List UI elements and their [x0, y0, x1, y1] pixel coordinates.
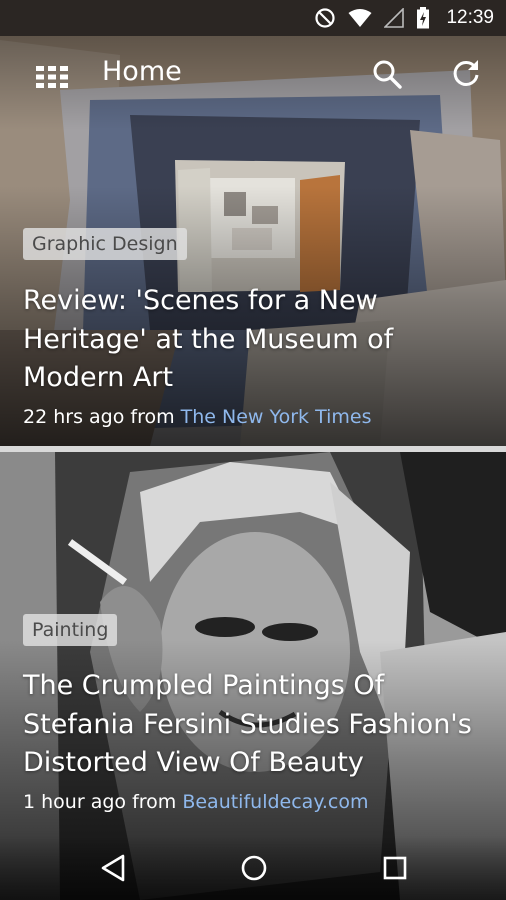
recents-icon[interactable]	[382, 854, 408, 882]
do-not-disturb-icon	[315, 8, 336, 28]
from-label: from	[130, 406, 175, 428]
category-chip[interactable]: Graphic Design	[23, 228, 187, 260]
page-title: Home	[102, 56, 182, 87]
time-ago: 22 hrs ago	[23, 406, 125, 428]
battery-charging-icon	[417, 7, 430, 29]
status-bar: 12:39	[0, 0, 506, 36]
status-clock: 12:39	[446, 7, 494, 28]
article-meta: 22 hrs ago from The New York Times	[23, 406, 371, 428]
signal-icon	[384, 8, 405, 28]
apps-grid-icon[interactable]	[36, 66, 68, 88]
search-icon[interactable]	[372, 59, 402, 89]
home-icon[interactable]	[240, 854, 268, 882]
source-link[interactable]: The New York Times	[181, 406, 372, 428]
category-chip[interactable]: Painting	[23, 614, 118, 646]
navigation-bar	[0, 836, 506, 900]
article-title[interactable]: Review: 'Scenes for a New Heritage' at t…	[23, 282, 493, 398]
back-icon[interactable]	[100, 854, 126, 882]
from-label: from	[132, 791, 177, 813]
app-bar: Home	[0, 36, 506, 116]
article-meta: 1 hour ago from Beautifuldecay.com	[23, 791, 368, 813]
wifi-icon	[348, 9, 372, 27]
refresh-icon[interactable]	[451, 58, 481, 88]
time-ago: 1 hour ago	[23, 791, 127, 813]
source-link[interactable]: Beautifuldecay.com	[182, 791, 368, 813]
article-title[interactable]: The Crumpled Paintings Of Stefania Fersi…	[23, 667, 493, 783]
article-card[interactable]: Painting The Crumpled Paintings Of Stefa…	[0, 452, 506, 900]
